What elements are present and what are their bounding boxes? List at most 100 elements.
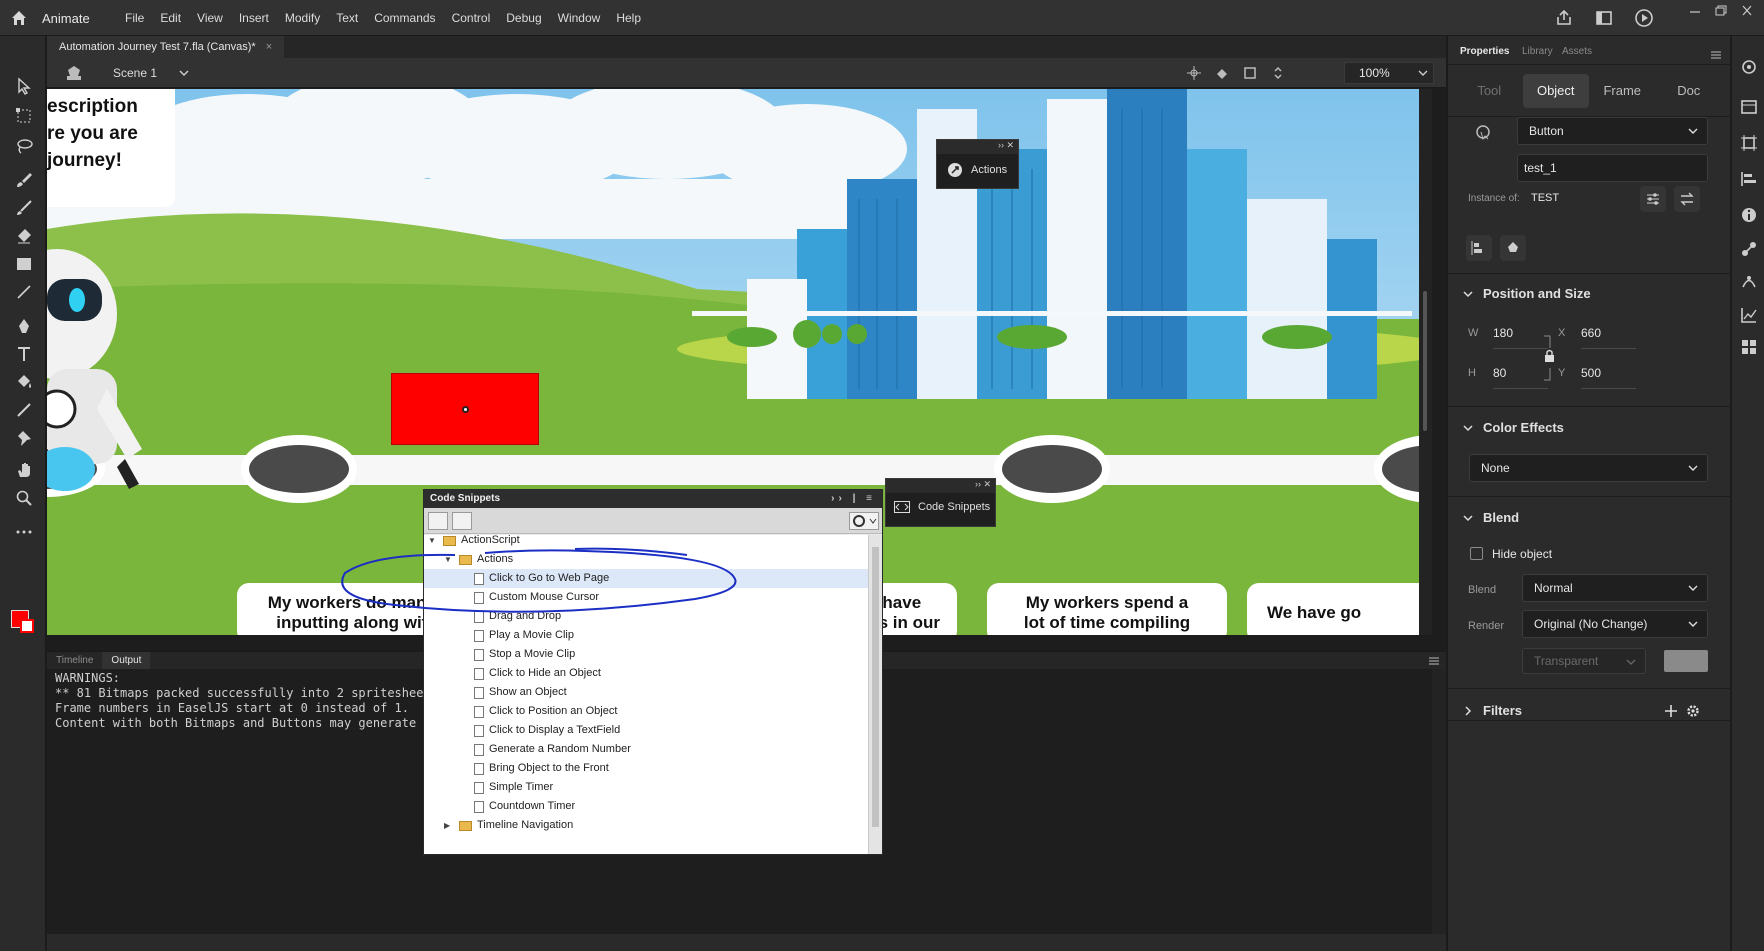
symbol-type-select[interactable]: Button — [1517, 117, 1708, 145]
motion-presets-icon[interactable] — [1740, 272, 1758, 290]
transform-panel-icon[interactable] — [1740, 134, 1758, 152]
stage-scroll-thumb[interactable] — [1423, 291, 1427, 431]
seg-tab-doc[interactable]: Doc — [1656, 74, 1723, 108]
code-snippets-mini-button[interactable]: Code Snippets — [894, 501, 990, 513]
snippet-generate-a-random-number[interactable]: Generate a Random Number — [474, 740, 631, 759]
section-position-size[interactable]: Position and Size — [1462, 286, 1591, 301]
snippet-custom-mouse-cursor[interactable]: Custom Mouse Cursor — [474, 588, 599, 607]
tab-library[interactable]: Library — [1522, 46, 1553, 57]
code-snippets-scroll-thumb[interactable] — [872, 547, 879, 827]
seg-tab-object[interactable]: Object — [1522, 74, 1589, 108]
x-value[interactable]: 660 — [1581, 326, 1601, 340]
actions-panel-header[interactable]: ›› ✕ — [937, 140, 1018, 154]
close-tab-icon[interactable]: × — [266, 36, 272, 58]
snippet-drag-and-drop[interactable]: Drag and Drop — [474, 607, 561, 626]
close-window-icon[interactable] — [1738, 4, 1756, 18]
menu-debug[interactable]: Debug — [498, 0, 549, 36]
zoom-level-select[interactable]: 100% — [1344, 62, 1434, 84]
code-snippets-scrollbar[interactable] — [868, 535, 882, 854]
tab-output[interactable]: Output — [102, 652, 151, 670]
section-blend[interactable]: Blend — [1462, 510, 1519, 525]
y-value[interactable]: 500 — [1581, 366, 1601, 380]
snippet-countdown-timer[interactable]: Countdown Timer — [474, 797, 575, 816]
menu-modify[interactable]: Modify — [277, 0, 328, 36]
menu-commands[interactable]: Commands — [366, 0, 443, 36]
rectangle-tool-icon[interactable] — [12, 252, 36, 276]
height-value[interactable]: 80 — [1493, 366, 1506, 380]
paint-bucket-tool-icon[interactable] — [12, 370, 36, 394]
test-button-instance[interactable] — [391, 373, 539, 445]
snippet-click-to-hide-an-object[interactable]: Click to Hide an Object — [474, 664, 601, 683]
output-horizontal-scrollbar[interactable] — [47, 934, 1446, 951]
snippet-click-to-go-to-web-page[interactable]: Click to Go to Web Page — [424, 569, 870, 588]
copy-to-clipboard-icon[interactable] — [452, 512, 472, 530]
snippet-play-a-movie-clip[interactable]: Play a Movie Clip — [474, 626, 574, 645]
section-filters[interactable]: Filters — [1462, 703, 1522, 718]
fit-stage-icon[interactable] — [1270, 65, 1286, 81]
section-color-effects[interactable]: Color Effects — [1462, 420, 1564, 435]
brush-tool-icon[interactable] — [12, 168, 36, 192]
seg-tab-frame[interactable]: Frame — [1589, 74, 1656, 108]
pen-tool-icon[interactable] — [12, 314, 36, 338]
lasso-tool-icon[interactable] — [12, 134, 36, 158]
menu-text[interactable]: Text — [328, 0, 366, 36]
line-tool-icon[interactable] — [12, 280, 36, 304]
snippet-click-to-position-an-object[interactable]: Click to Position an Object — [474, 702, 617, 721]
zoom-tool-icon[interactable] — [12, 486, 36, 510]
clip-stage-icon[interactable] — [1242, 65, 1258, 81]
expand-arrow-icon[interactable]: ▼ — [444, 550, 454, 569]
properties-panel-icon[interactable] — [1740, 58, 1758, 76]
snippet-click-to-display-a-textfield[interactable]: Click to Display a TextField — [474, 721, 620, 740]
blend-mode-select[interactable]: Normal — [1522, 574, 1708, 602]
render-select[interactable]: Original (No Change) — [1522, 610, 1708, 638]
seg-tab-tool[interactable]: Tool — [1456, 74, 1523, 108]
pin-tool-icon[interactable] — [12, 426, 36, 450]
panel-menu-icon[interactable] — [1710, 50, 1722, 60]
color-effect-select[interactable]: None — [1469, 454, 1708, 482]
stage-vertical-scrollbar[interactable] — [1419, 89, 1432, 635]
hide-object-checkbox[interactable] — [1470, 547, 1483, 560]
menu-edit[interactable]: Edit — [152, 0, 189, 36]
output-vertical-scrollbar[interactable] — [1432, 669, 1446, 934]
menu-insert[interactable]: Insert — [231, 0, 277, 36]
free-transform-tool-icon[interactable] — [12, 104, 36, 128]
more-tools-icon[interactable] — [12, 520, 36, 544]
code-snippets-titlebar[interactable]: Code Snippets ›› | ≡ — [424, 490, 882, 508]
tab-assets[interactable]: Assets — [1562, 46, 1592, 57]
menu-help[interactable]: Help — [608, 0, 649, 36]
chevron-down-icon[interactable] — [177, 66, 191, 80]
info-panel-icon[interactable] — [1740, 206, 1758, 224]
menu-window[interactable]: Window — [550, 0, 609, 36]
expand-arrow-icon[interactable]: ▶ — [444, 816, 454, 835]
share-icon[interactable] — [1554, 8, 1574, 28]
scene-icon[interactable] — [65, 64, 83, 82]
panel-collapse-menu-icon[interactable]: ›› | ≡ — [831, 490, 876, 508]
panel-menu-icon[interactable] — [1428, 656, 1440, 666]
workspace-icon[interactable] — [1594, 8, 1614, 28]
snippet-show-an-object[interactable]: Show an Object — [474, 683, 567, 702]
width-value[interactable]: 180 — [1493, 326, 1513, 340]
tree-folder-actions[interactable]: ▼ Actions — [444, 550, 513, 569]
test-movie-icon[interactable] — [1634, 8, 1654, 28]
components-panel-icon[interactable] — [1740, 240, 1758, 258]
text-tool-icon[interactable] — [12, 342, 36, 366]
align-panel-icon[interactable] — [1740, 170, 1758, 188]
selection-tool-icon[interactable] — [12, 74, 36, 98]
document-tab[interactable]: Automation Journey Test 7.fla (Canvas)* … — [47, 36, 285, 58]
tree-folder-actionscript[interactable]: ▼ ActionScript — [428, 535, 520, 550]
home-icon[interactable] — [10, 9, 28, 27]
scene-name[interactable]: Scene 1 — [113, 66, 157, 80]
expand-arrow-icon[interactable]: ▼ — [428, 535, 438, 550]
lock-proportions-icon[interactable] — [1542, 334, 1556, 382]
tab-properties[interactable]: Properties — [1460, 46, 1509, 57]
eraser-tool-icon[interactable] — [12, 224, 36, 248]
snippet-bring-object-to-the-front[interactable]: Bring Object to the Front — [474, 759, 609, 778]
add-to-current-frame-icon[interactable] — [428, 512, 448, 530]
menu-file[interactable]: File — [117, 0, 152, 36]
actions-floating-panel[interactable]: ›› ✕ Actions — [936, 139, 1019, 189]
symbol-properties-icon[interactable] — [1640, 186, 1666, 212]
library-panel-icon[interactable] — [1740, 98, 1758, 116]
tab-timeline[interactable]: Timeline — [47, 652, 102, 670]
paint-brush-tool-icon[interactable] — [12, 196, 36, 220]
add-filter-icon[interactable] — [1663, 703, 1679, 719]
